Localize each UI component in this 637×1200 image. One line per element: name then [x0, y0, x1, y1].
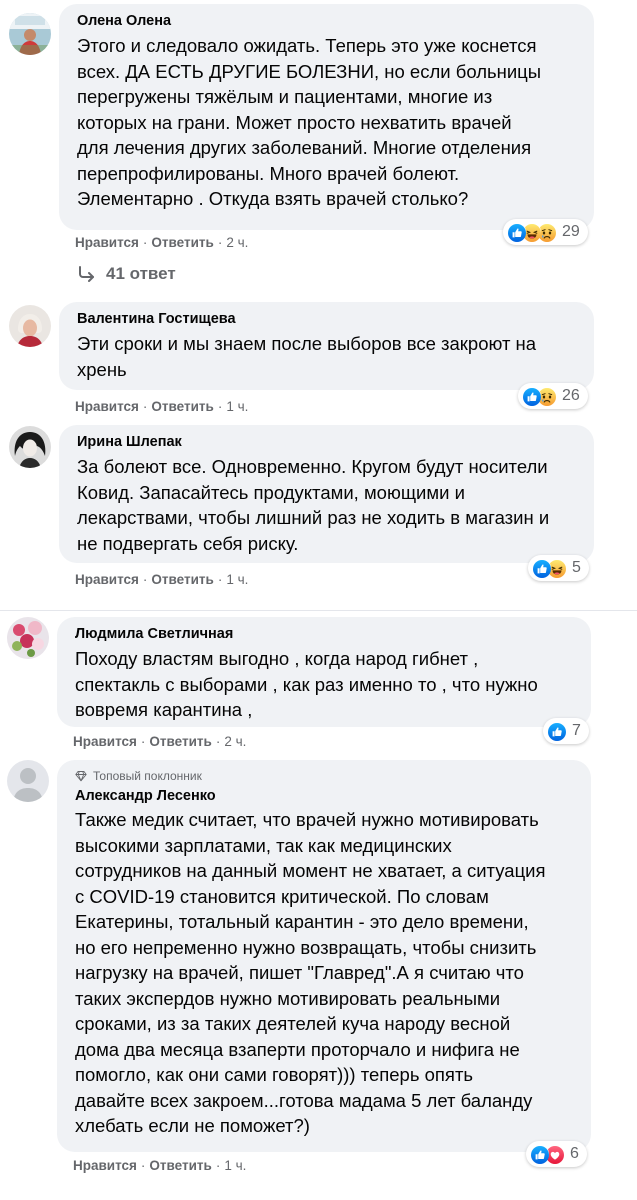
timestamp[interactable]: 1 ч. — [226, 398, 248, 416]
separator: · — [215, 1158, 221, 1173]
comment-author[interactable]: Олена Олена — [77, 11, 580, 31]
reaction-count: 26 — [562, 387, 580, 404]
comment-text: Походу властям выгодно , когда народ гиб… — [75, 648, 538, 720]
comment-author[interactable]: Александр Лесенко — [75, 786, 577, 806]
like-button[interactable]: Нравится — [75, 571, 139, 589]
reply-button[interactable]: Ответить — [151, 571, 213, 589]
reactions-summary[interactable]: 26 — [518, 383, 588, 409]
comment-valentina: Валентина Гостищева Эти сроки и мы знаем… — [0, 300, 637, 420]
reactions-summary[interactable]: 6 — [526, 1141, 587, 1167]
replies-count[interactable]: 41 ответ — [106, 264, 176, 284]
comment-author[interactable]: Валентина Гостищева — [77, 309, 580, 329]
comment-actions: Нравится · Ответить · 2 ч. — [73, 733, 246, 751]
separator: · — [140, 1158, 146, 1173]
comment-actions: Нравится · Ответить · 1 ч. — [75, 571, 248, 589]
comment-text: Эти сроки и мы знаем после выборов все з… — [77, 333, 537, 380]
separator: · — [217, 399, 223, 414]
separator: · — [142, 399, 148, 414]
reactions-summary[interactable]: 5 — [528, 555, 589, 581]
comment-author[interactable]: Людмила Светличная — [75, 624, 577, 644]
timestamp[interactable]: 2 ч. — [226, 234, 248, 252]
like-button[interactable]: Нравится — [73, 1157, 137, 1175]
separator: · — [217, 235, 223, 250]
comment-text: Также медик считает, что врачей нужно мо… — [75, 809, 546, 1136]
reactions-summary[interactable]: 7 — [543, 718, 589, 744]
reaction-count: 5 — [572, 559, 581, 576]
separator: · — [217, 572, 223, 587]
reaction-count: 29 — [562, 223, 580, 240]
avatar[interactable] — [7, 760, 49, 802]
comment-text: За болеют все. Одновременно. Кругом буду… — [77, 456, 550, 554]
comment-actions: Нравится · Ответить · 1 ч. — [73, 1157, 246, 1175]
avatar-photo-icon — [7, 617, 49, 659]
comment-bubble: Топовый поклонник Александр Лесенко Такж… — [57, 760, 591, 1152]
reply-button[interactable]: Ответить — [149, 1157, 211, 1175]
comment-bubble: Людмила Светличная Походу властям выгодн… — [57, 617, 591, 727]
timestamp[interactable]: 2 ч. — [224, 733, 246, 751]
avatar[interactable] — [9, 305, 51, 347]
badge-label: Топовый поклонник — [93, 769, 202, 783]
like-button[interactable]: Нравится — [75, 234, 139, 252]
reply-button[interactable]: Ответить — [149, 733, 211, 751]
comment-irina: Ирина Шлепак За болеют все. Одновременно… — [0, 420, 637, 605]
timestamp[interactable]: 1 ч. — [224, 1157, 246, 1175]
separator: · — [215, 734, 221, 749]
comment-actions: Нравится · Ответить · 1 ч. — [75, 398, 248, 416]
diamond-icon — [75, 770, 87, 782]
like-icon — [546, 721, 566, 741]
like-button[interactable]: Нравится — [75, 398, 139, 416]
reply-button[interactable]: Ответить — [151, 234, 213, 252]
like-icon — [506, 222, 526, 242]
comment-bubble: Валентина Гостищева Эти сроки и мы знаем… — [59, 302, 594, 390]
like-icon — [531, 558, 551, 578]
comment-lyudmila: Людмила Светличная Походу властям выгодн… — [0, 612, 637, 762]
divider — [0, 610, 637, 611]
like-icon — [521, 386, 541, 406]
separator: · — [142, 235, 148, 250]
separator: · — [142, 572, 148, 587]
reply-arrow-icon — [79, 266, 94, 282]
separator: · — [140, 734, 146, 749]
avatar[interactable] — [7, 617, 49, 659]
like-button[interactable]: Нравится — [73, 733, 137, 751]
avatar-photo-icon — [9, 305, 51, 347]
comment-author[interactable]: Ирина Шлепак — [77, 432, 580, 452]
top-fan-badge[interactable]: Топовый поклонник — [75, 768, 577, 784]
reaction-count: 6 — [570, 1145, 579, 1162]
default-avatar-icon — [7, 760, 49, 802]
comment-bubble: Ирина Шлепак За болеют все. Одновременно… — [59, 425, 594, 563]
comment-bubble: Олена Олена Этого и следовало ожидать. Т… — [59, 4, 594, 230]
avatar[interactable] — [9, 13, 51, 55]
reaction-count: 7 — [572, 722, 581, 739]
timestamp[interactable]: 1 ч. — [226, 571, 248, 589]
avatar[interactable] — [9, 426, 51, 468]
like-icon — [529, 1144, 549, 1164]
comment-text: Этого и следовало ожидать. Теперь это уж… — [77, 35, 542, 209]
comment-aleksandr: Топовый поклонник Александр Лесенко Такж… — [0, 758, 637, 1200]
avatar-photo-icon — [9, 13, 51, 55]
reply-button[interactable]: Ответить — [151, 398, 213, 416]
view-replies-link[interactable]: 41 ответ — [78, 264, 176, 284]
comment-olena: Олена Олена Этого и следовало ожидать. Т… — [0, 0, 637, 300]
reactions-summary[interactable]: 29 — [503, 219, 588, 245]
comment-actions: Нравится · Ответить · 2 ч. — [75, 234, 248, 252]
avatar-photo-icon — [9, 426, 51, 468]
